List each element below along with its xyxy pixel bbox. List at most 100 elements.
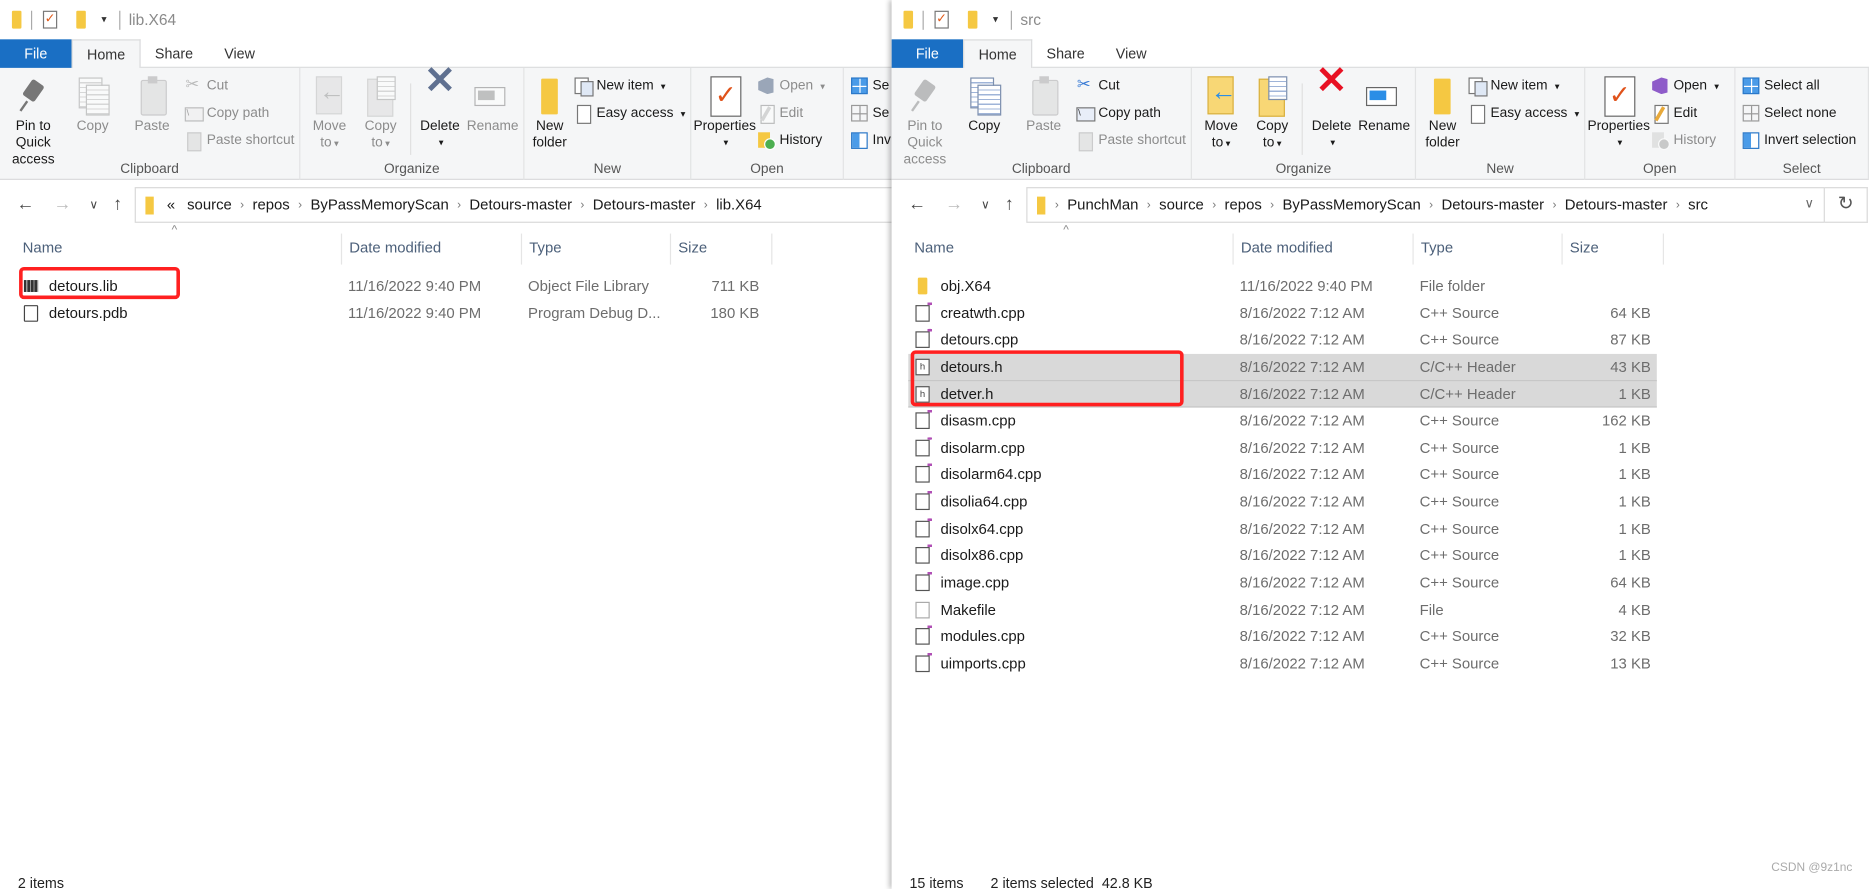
tab-home[interactable]: Home — [71, 39, 141, 70]
column-header-date-modified[interactable]: Date modified — [342, 233, 523, 265]
tab-share[interactable]: Share — [1032, 39, 1099, 68]
forward-arrow-icon[interactable]: → — [945, 194, 963, 214]
recent-locations-chevron-icon[interactable]: ∨ — [89, 199, 98, 212]
pin-to-quick-access-button[interactable]: Pin to Quick access — [896, 74, 953, 168]
new-folder-button[interactable]: New folder — [1421, 74, 1464, 151]
new-folder-icon[interactable] — [967, 10, 978, 29]
breadcrumb-chevron-icon[interactable]: › — [1427, 198, 1436, 211]
address-bar[interactable]: «source › repos › ByPassMemoryScan › Detours-m… — [134, 187, 892, 223]
new-folder-icon[interactable] — [76, 10, 86, 29]
breadcrumb-chevron-icon[interactable]: › — [701, 198, 710, 211]
delete-button[interactable]: Delete ▾ — [416, 72, 465, 151]
copy-button[interactable]: Copy — [956, 74, 1013, 135]
copy-path-button[interactable]: Copy path — [1076, 101, 1186, 125]
breadcrumb-source[interactable]: source — [181, 197, 238, 214]
breadcrumb-detours-master[interactable]: Detours-master — [463, 197, 578, 214]
breadcrumb-chevron-icon[interactable]: › — [578, 198, 587, 211]
cut-button[interactable]: Cut — [185, 74, 294, 98]
pin-to-quick-access-button[interactable]: Pin to Quick access — [5, 74, 62, 168]
column-header-size[interactable]: Size — [671, 233, 773, 265]
file-row[interactable]: modules.cpp 8/16/2022 7:12 AM C++ Source 32… — [892, 623, 1869, 650]
easy-access-button[interactable]: Easy access ▾ — [575, 101, 685, 125]
up-arrow-icon[interactable]: ↑ — [113, 194, 122, 214]
copy-to-button[interactable]: Copy to ▾ — [356, 74, 405, 153]
move-to-button[interactable]: Moveto▾ — [305, 74, 354, 153]
move-to-button[interactable]: Moveto▾ — [1197, 74, 1246, 153]
open-button[interactable]: Open ▾ — [1652, 74, 1719, 98]
breadcrumb-bypassmemoryscan[interactable]: ByPassMemoryScan — [304, 197, 454, 214]
column-header-size[interactable]: Size — [1563, 233, 1664, 265]
history-button[interactable]: History — [758, 129, 825, 153]
file-row[interactable]: disasm.cpp 8/16/2022 7:12 AM C++ Source 162… — [892, 408, 1869, 435]
new-folder-button[interactable]: New folder — [529, 74, 570, 151]
breadcrumb-detours-master[interactable]: Detours-master — [1435, 197, 1550, 214]
easy-access-button[interactable]: Easy access ▾ — [1469, 101, 1579, 125]
customize-dropdown-icon[interactable]: ▾ — [993, 13, 998, 26]
properties-button[interactable]: Properties ▾ — [1587, 74, 1650, 151]
cut-button[interactable]: Cut — [1077, 74, 1186, 98]
column-header-name[interactable]: Name — [907, 233, 1234, 265]
file-row[interactable]: detours.pdb 11/16/2022 9:40 PM Program Deb… — [0, 300, 892, 327]
file-row[interactable]: uimports.cpp 8/16/2022 7:12 AM C++ Source 1… — [892, 650, 1869, 677]
recent-locations-chevron-icon[interactable]: ∨ — [981, 199, 990, 212]
breadcrumb-repos[interactable]: repos — [1219, 197, 1268, 214]
breadcrumb-src[interactable]: src — [1682, 197, 1714, 214]
copy-button[interactable]: Copy — [64, 74, 121, 135]
breadcrumb-chevron-icon[interactable]: › — [238, 198, 247, 211]
breadcrumb-lib.x64[interactable]: lib.X64 — [710, 197, 767, 214]
tab-share[interactable]: Share — [141, 39, 208, 68]
column-header-date-modified[interactable]: Date modified — [1234, 233, 1414, 265]
se-button[interactable]: Se — [851, 74, 891, 98]
file-row[interactable]: creatwth.cpp 8/16/2022 7:12 AM C++ Source 6… — [892, 300, 1869, 327]
inv-button[interactable]: Inv — [851, 129, 891, 153]
copy-to-button[interactable]: Copy to ▾ — [1248, 74, 1297, 153]
customize-dropdown-icon[interactable]: ▾ — [101, 13, 106, 26]
breadcrumb-bypassmemoryscan[interactable]: ByPassMemoryScan — [1277, 197, 1427, 214]
paste-button[interactable]: Paste — [1015, 74, 1072, 135]
paste-button[interactable]: Paste — [124, 74, 181, 135]
history-button[interactable]: History — [1652, 129, 1719, 153]
breadcrumb-chevron-icon[interactable]: › — [296, 198, 305, 211]
breadcrumb-punchman[interactable]: PunchMan — [1061, 197, 1144, 214]
column-header-type[interactable]: Type — [1414, 233, 1563, 265]
open-button[interactable]: Open ▾ — [758, 74, 825, 98]
file-row[interactable]: disolarm.cpp 8/16/2022 7:12 AM C++ Source 1… — [892, 435, 1869, 462]
breadcrumb-chevron-icon[interactable]: › — [1673, 198, 1682, 211]
file-row[interactable]: Makefile 8/16/2022 7:12 AM File 4 KB — [892, 596, 1869, 623]
tab-home[interactable]: Home — [963, 39, 1033, 70]
paste-shortcut-button[interactable]: Paste shortcut — [1077, 129, 1186, 153]
breadcrumb-chevron-icon[interactable]: › — [455, 198, 464, 211]
tab-view[interactable]: View — [207, 39, 271, 68]
breadcrumb-source[interactable]: source — [1153, 197, 1210, 214]
file-row[interactable]: obj.X64 11/16/2022 9:40 PM File folder — [892, 273, 1869, 300]
file-row[interactable]: disolia64.cpp 8/16/2022 7:12 AM C++ Source… — [892, 489, 1869, 516]
properties-button[interactable]: Properties ▾ — [693, 74, 756, 151]
edit-button[interactable]: Edit — [758, 101, 825, 125]
forward-arrow-icon[interactable]: → — [54, 194, 72, 214]
new-item-button[interactable]: New item ▾ — [1468, 74, 1579, 98]
breadcrumb-detours-master[interactable]: Detours-master — [1559, 197, 1674, 214]
breadcrumb-chevron-icon[interactable]: › — [1053, 198, 1062, 211]
address-bar[interactable]: › PunchMan › source › repos › ByPassMemoryScan ›… — [1026, 187, 1825, 223]
tab-view[interactable]: View — [1099, 39, 1163, 68]
tab-file[interactable]: File — [891, 39, 964, 68]
new-item-button[interactable]: New item ▾ — [575, 74, 685, 98]
file-row[interactable]: disolarm64.cpp 8/16/2022 7:12 AM C++ Sourc… — [892, 462, 1869, 489]
breadcrumb-repos[interactable]: repos — [247, 197, 296, 214]
back-arrow-icon[interactable]: ← — [908, 194, 926, 214]
copy-path-button[interactable]: Copy path — [185, 101, 294, 125]
overflow-prefix[interactable]: « — [161, 197, 181, 214]
properties-check-icon[interactable]: ✓ — [934, 10, 949, 29]
breadcrumb-chevron-icon[interactable]: › — [1144, 198, 1153, 211]
column-header-name[interactable]: Name — [15, 233, 343, 265]
properties-check-icon[interactable]: ✓ — [42, 10, 58, 29]
breadcrumb-detours-master[interactable]: Detours-master — [587, 197, 702, 214]
file-row[interactable]: disolx64.cpp 8/16/2022 7:12 AM C++ Source 1… — [892, 516, 1869, 543]
select-none-button[interactable]: Select none — [1742, 101, 1857, 125]
paste-shortcut-button[interactable]: Paste shortcut — [185, 129, 294, 153]
delete-button[interactable]: Delete ▾ — [1307, 72, 1356, 151]
invert-selection-button[interactable]: Invert selection — [1742, 129, 1856, 153]
rename-button[interactable]: Rename — [1358, 74, 1410, 135]
back-arrow-icon[interactable]: ← — [17, 194, 35, 214]
file-row[interactable]: image.cpp 8/16/2022 7:12 AM C++ Source 64 K… — [892, 569, 1869, 596]
